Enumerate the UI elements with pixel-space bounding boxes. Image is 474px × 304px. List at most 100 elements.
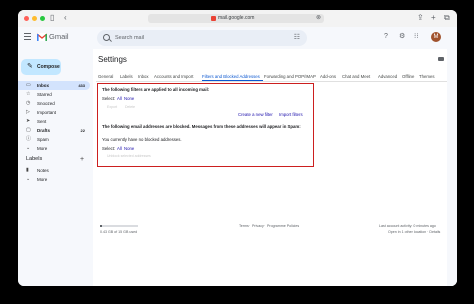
tab-labels[interactable]: Labels [120, 73, 133, 81]
sidebar-item-snoozed[interactable]: ◷ Snoozed [18, 99, 90, 108]
filters-blocked-panel: The following filters are applied to all… [97, 83, 314, 167]
chevron-down-icon: ⌄ [26, 176, 31, 182]
unblock-button[interactable]: Unblock selected addresses [107, 154, 151, 159]
compose-label: Compose [37, 64, 60, 70]
blocked-select-label: Select: [102, 146, 116, 151]
delete-button[interactable]: Delete [125, 105, 135, 110]
compose-button[interactable]: ✎ Compose [21, 59, 61, 75]
open-locations-link[interactable]: Open in 1 other location · Details [388, 230, 440, 235]
side-panel-rail [447, 49, 457, 286]
sidebar-item-label: Important [37, 110, 57, 115]
sidebar-item-label: Inbox [37, 83, 49, 88]
filters-select-label: Select: [102, 96, 116, 101]
sidebar-item-label: Drafts [37, 128, 51, 133]
sidebar-item-label: Notes [37, 168, 49, 173]
selected-tab-indicator [202, 80, 263, 81]
filters-heading: The following filters are applied to all… [102, 87, 210, 92]
tab-themes[interactable]: Themes [419, 73, 435, 81]
tab-chat-meet[interactable]: Chat and Meet [342, 73, 370, 81]
filters-select-none-link[interactable]: None [124, 96, 134, 102]
settings-tabs: General Labels Inbox Accounts and Import… [96, 73, 457, 82]
last-activity-text: Last account activity: 0 minutes ago [379, 224, 436, 228]
sidebar-item-label: Starred [37, 92, 52, 97]
gmail-favicon-icon [211, 16, 216, 21]
export-button[interactable]: Export [107, 105, 117, 110]
sidebar-item-label: Spam [37, 137, 49, 142]
sidebar-icon[interactable]: ▯ [50, 13, 54, 23]
blocked-select-all-link[interactable]: All [117, 146, 122, 152]
no-blocked-text: You currently have no blocked addresses. [102, 137, 182, 142]
search-input[interactable]: Search mail [115, 30, 144, 46]
sidebar-item-sent[interactable]: ➤ Sent [18, 117, 90, 126]
address-bar[interactable]: mail.google.com ⊗ [148, 14, 324, 23]
tabs-overview-icon[interactable]: ⧉ [444, 13, 450, 23]
browser-window: ▯ ‹ mail.google.com ⊗ ⇪ + ⧉ Gmail Search… [18, 10, 457, 286]
create-filter-link[interactable]: Create a new filter [238, 112, 273, 118]
sidebar-item-labels-more[interactable]: ⌄ More [18, 175, 90, 184]
browser-toolbar: ▯ ‹ mail.google.com ⊗ ⇪ + ⧉ [18, 10, 457, 28]
tab-add-ons[interactable]: Add-ons [320, 73, 336, 81]
search-bar[interactable]: Search mail ☷ [97, 30, 307, 46]
sidebar-item-drafts[interactable]: ▢ Drafts 22 [18, 126, 90, 135]
tab-forwarding-pop-imap[interactable]: Forwarding and POP/IMAP [264, 73, 316, 81]
privacy-link[interactable]: Privacy [252, 224, 264, 229]
settings-main: Settings ▾ General Labels Inbox Accounts… [96, 49, 457, 286]
page-title: Settings [98, 55, 127, 64]
search-options-icon[interactable]: ☷ [294, 34, 300, 42]
import-filters-link[interactable]: Import filters [279, 112, 303, 118]
sidebar-item-label: Sent [37, 119, 47, 124]
settings-gear-icon[interactable]: ⚙ [399, 32, 405, 42]
zoom-window-button[interactable] [40, 16, 45, 21]
clock-icon: ◷ [26, 100, 31, 106]
apps-grid-icon[interactable]: ⁝⁝ [414, 32, 418, 42]
sidebar-item-starred[interactable]: ☆ Starred [18, 90, 90, 99]
sidebar-item-label: More [37, 177, 48, 182]
help-icon[interactable]: ? [384, 32, 388, 42]
storage-meter-fill [100, 225, 102, 227]
footer-separator: · [249, 224, 251, 228]
avatar[interactable]: M [431, 32, 441, 42]
sidebar: ✎ Compose ▭ Inbox 433 ☆ Starred ◷ Snooze… [18, 49, 93, 286]
new-tab-icon[interactable]: + [431, 13, 436, 23]
pencil-icon: ✎ [27, 63, 33, 70]
programme-policies-link[interactable]: Programme Policies [267, 224, 299, 229]
address-url: mail.google.com [218, 15, 255, 21]
terms-link[interactable]: Terms [239, 224, 249, 229]
tab-inbox[interactable]: Inbox [138, 73, 149, 81]
send-icon: ➤ [26, 118, 31, 124]
tab-general[interactable]: General [98, 73, 113, 81]
inbox-icon: ▭ [26, 82, 31, 88]
draft-icon: ▢ [26, 127, 31, 133]
blocked-select-none-link[interactable]: None [124, 146, 134, 152]
spam-icon: ⓘ [26, 136, 32, 142]
clear-address-icon[interactable]: ⊗ [316, 14, 321, 23]
back-icon[interactable]: ‹ [64, 13, 67, 23]
search-icon[interactable] [103, 34, 110, 41]
filters-select-all-link[interactable]: All [117, 96, 122, 102]
draft-count: 22 [80, 128, 85, 133]
gmail-header: Gmail Search mail ☷ ? ⚙ ⁝⁝ M [18, 27, 457, 49]
close-window-button[interactable] [24, 16, 29, 21]
storage-meter [100, 225, 138, 227]
sidebar-item-more[interactable]: ⌄ More [18, 144, 90, 153]
gmail-logo-icon [37, 33, 47, 41]
storage-text: 0.43 GB of 15 GB used [100, 230, 138, 234]
add-label-icon[interactable]: + [80, 155, 84, 164]
sidebar-item-important[interactable]: ▷ Important [18, 108, 90, 117]
sidebar-item-notes[interactable]: ▮ Notes [18, 166, 90, 175]
app-name: Gmail [49, 32, 69, 41]
share-icon[interactable]: ⇪ [417, 13, 424, 23]
star-icon: ☆ [26, 91, 31, 97]
main-menu-icon[interactable] [24, 33, 31, 42]
sidebar-item-label: More [37, 146, 48, 151]
sidebar-item-spam[interactable]: ⓘ Spam [18, 135, 90, 144]
keyboard-icon[interactable] [438, 57, 444, 61]
unread-count: 433 [78, 83, 85, 88]
label-icon: ▮ [26, 167, 29, 173]
tab-advanced[interactable]: Advanced [378, 73, 397, 81]
blocked-heading: The following email addresses are blocke… [102, 124, 301, 129]
tab-offline[interactable]: Offline [402, 73, 414, 81]
tab-accounts-import[interactable]: Accounts and Import [154, 73, 193, 81]
sidebar-item-inbox[interactable]: ▭ Inbox 433 [18, 81, 90, 90]
minimize-window-button[interactable] [32, 16, 37, 21]
